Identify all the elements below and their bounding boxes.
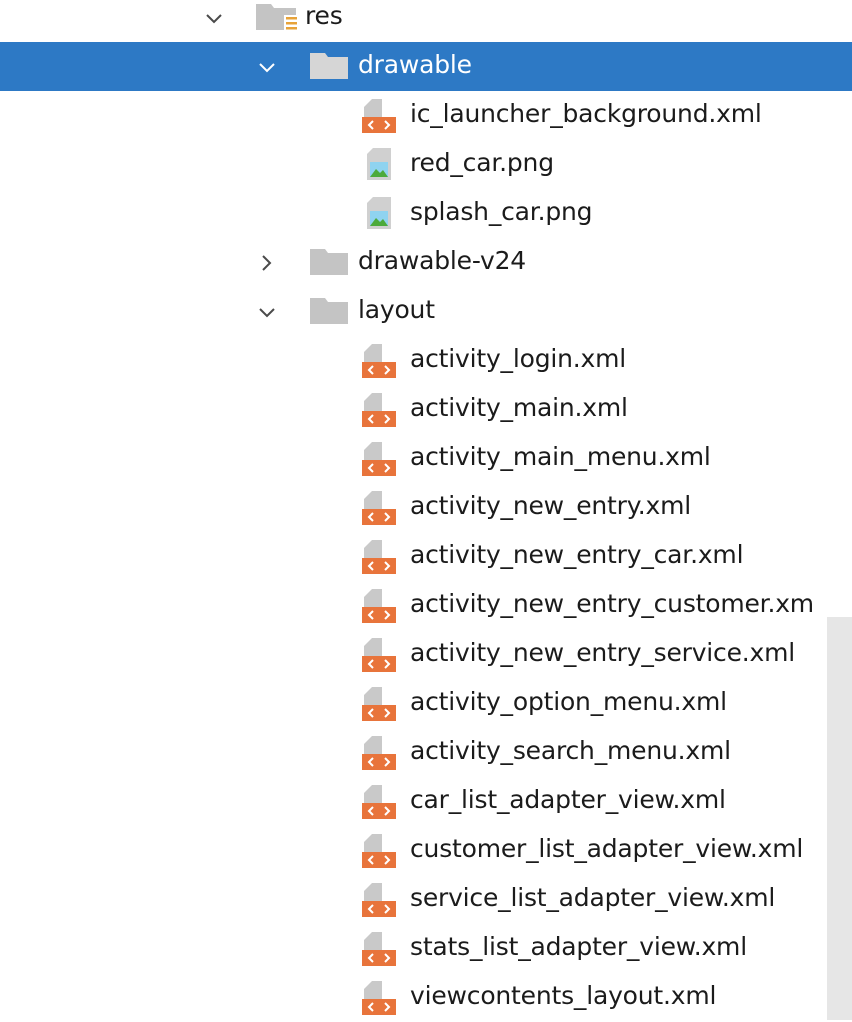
tree-file-row[interactable]: activity_new_entry_service.xml	[0, 630, 852, 679]
tree-file-row[interactable]: ic_launcher_background.xml	[0, 91, 852, 140]
xml-file-icon	[362, 883, 396, 917]
file-name: service_list_adapter_view.xml	[410, 883, 776, 912]
tree-file-row[interactable]: activity_search_menu.xml	[0, 728, 852, 777]
tree-node-label: drawable-v24	[358, 246, 526, 275]
xml-file-icon	[362, 687, 396, 721]
file-name: red_car.png	[410, 148, 554, 177]
xml-file-icon	[362, 442, 396, 476]
tree-file-row[interactable]: activity_main_menu.xml	[0, 434, 852, 483]
xml-file-icon	[362, 344, 396, 378]
file-name: ic_launcher_background.xml	[410, 99, 762, 128]
file-name: stats_list_adapter_view.xml	[410, 932, 747, 961]
tree-node-label: layout	[358, 295, 435, 324]
folder-icon	[310, 295, 350, 327]
xml-file-icon	[362, 491, 396, 525]
tree-file-row[interactable]: viewcontents_layout.xml	[0, 973, 852, 1022]
chevron-down-icon[interactable]	[205, 9, 223, 27]
tree-node-layout[interactable]: layout	[0, 287, 852, 336]
chevron-right-icon[interactable]	[258, 254, 276, 272]
image-file-icon	[365, 197, 393, 231]
file-name: activity_new_entry_car.xml	[410, 540, 744, 569]
file-name: customer_list_adapter_view.xml	[410, 834, 804, 863]
file-name: activity_main.xml	[410, 393, 628, 422]
xml-file-icon	[362, 638, 396, 672]
layout-file-list: activity_login.xml activity_main.xmlactiv…	[0, 336, 852, 1022]
tree-node-drawable-v24[interactable]: drawable-v24	[0, 238, 852, 287]
file-name: splash_car.png	[410, 197, 593, 226]
chevron-down-icon[interactable]	[258, 303, 276, 321]
tree-node-label: drawable	[358, 50, 472, 79]
folder-icon	[310, 50, 350, 82]
tree-file-row[interactable]: activity_new_entry.xml	[0, 483, 852, 532]
tree-node-drawable[interactable]: drawable	[0, 42, 852, 91]
file-name: activity_new_entry.xml	[410, 491, 692, 520]
tree-file-row[interactable]: red_car.png	[0, 140, 852, 189]
tree-file-row[interactable]: activity_new_entry_customer.xm	[0, 581, 852, 630]
folder-icon	[310, 246, 350, 278]
image-file-icon	[365, 148, 393, 182]
file-name: activity_new_entry_customer.xm	[410, 589, 814, 618]
tree-file-row[interactable]: car_list_adapter_view.xml	[0, 777, 852, 826]
tree-file-row[interactable]: activity_main.xml	[0, 385, 852, 434]
xml-file-icon	[362, 99, 396, 133]
file-name: car_list_adapter_view.xml	[410, 785, 726, 814]
tree-file-row[interactable]: activity_option_menu.xml	[0, 679, 852, 728]
file-name: activity_main_menu.xml	[410, 442, 711, 471]
file-name: activity_search_menu.xml	[410, 736, 731, 765]
xml-file-icon	[362, 736, 396, 770]
tree-file-row[interactable]: splash_car.png	[0, 189, 852, 238]
project-tree: res drawable ic_launcher_background.xml	[0, 0, 852, 1022]
resource-folder-icon	[256, 1, 300, 33]
tree-node-res[interactable]: res	[0, 0, 852, 42]
xml-file-icon	[362, 589, 396, 623]
vertical-scrollbar[interactable]	[827, 617, 852, 1020]
tree-file-row[interactable]: activity_new_entry_car.xml	[0, 532, 852, 581]
xml-file-icon	[362, 540, 396, 574]
file-name: activity_login.xml	[410, 344, 626, 373]
tree-file-row[interactable]: customer_list_adapter_view.xml	[0, 826, 852, 875]
xml-file-icon	[362, 393, 396, 427]
chevron-down-icon[interactable]	[258, 58, 276, 76]
xml-file-icon	[362, 932, 396, 966]
file-name: activity_new_entry_service.xml	[410, 638, 796, 667]
tree-file-row[interactable]: stats_list_adapter_view.xml	[0, 924, 852, 973]
file-name: viewcontents_layout.xml	[410, 981, 717, 1010]
tree-file-row[interactable]: service_list_adapter_view.xml	[0, 875, 852, 924]
xml-file-icon	[362, 785, 396, 819]
xml-file-icon	[362, 834, 396, 868]
tree-file-row[interactable]: activity_login.xml	[0, 336, 852, 385]
tree-node-label: res	[305, 1, 343, 30]
file-name: activity_option_menu.xml	[410, 687, 727, 716]
xml-file-icon	[362, 981, 396, 1015]
